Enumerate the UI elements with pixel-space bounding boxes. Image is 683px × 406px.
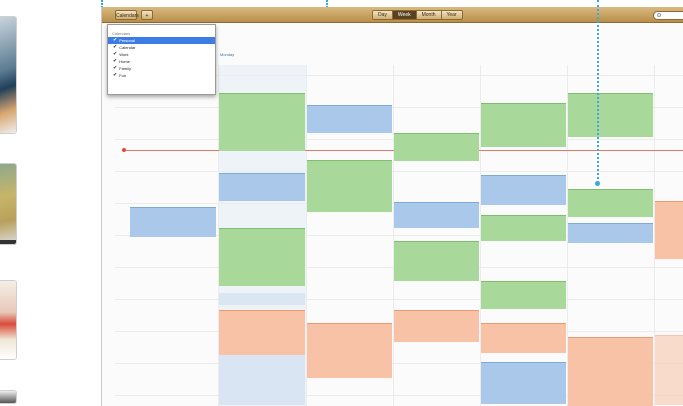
event-block[interactable] <box>394 310 479 342</box>
event-block[interactable] <box>219 293 305 305</box>
event-block[interactable] <box>219 173 305 201</box>
event-block[interactable] <box>130 207 216 237</box>
event-block[interactable] <box>481 362 566 404</box>
view-day-button[interactable]: Day <box>373 11 393 19</box>
event-block[interactable] <box>655 201 683 259</box>
event-block[interactable] <box>481 281 566 309</box>
event-block[interactable] <box>219 93 305 151</box>
hour-line <box>115 299 683 300</box>
event-block[interactable] <box>394 133 479 161</box>
calendar-item-family[interactable]: ✔ Family <box>108 65 215 72</box>
now-indicator-icon <box>122 148 126 152</box>
calendar-item-label: Calendar <box>119 45 136 50</box>
check-icon: ✔ <box>113 58 118 64</box>
day-header-today: Monday <box>220 52 235 57</box>
event-block[interactable] <box>481 103 566 147</box>
event-block[interactable] <box>568 223 653 243</box>
event-block[interactable] <box>307 323 392 378</box>
event-block[interactable] <box>568 189 653 217</box>
event-block[interactable] <box>394 202 479 228</box>
calendar-item-fun[interactable]: ✔ Fun <box>108 72 215 79</box>
check-icon: ✔ <box>113 44 118 50</box>
event-block[interactable] <box>568 337 653 406</box>
calendar-item-home[interactable]: ✔ Home <box>108 58 215 65</box>
thumbnail[interactable] <box>0 280 17 360</box>
event-block[interactable] <box>481 323 566 353</box>
thumbnail[interactable] <box>0 390 17 404</box>
event-block[interactable] <box>481 175 566 205</box>
event-block[interactable] <box>219 355 305 405</box>
screen: Calendars + Day Week Month Year Calendar… <box>0 0 683 406</box>
check-icon: ✔ <box>113 72 118 78</box>
calendar-item-label: Home <box>119 59 130 64</box>
view-month-button[interactable]: Month <box>416 11 442 19</box>
calendar-item-personal[interactable]: ✔ Personal <box>108 37 215 44</box>
search-field[interactable] <box>653 11 683 20</box>
calendar-item-label: Family <box>119 66 131 71</box>
toolbar: Calendars + Day Week Month Year <box>102 7 683 23</box>
view-week-button[interactable]: Week <box>392 11 417 19</box>
calendar-item-label: Personal <box>119 38 135 43</box>
event-block[interactable] <box>307 160 392 212</box>
view-year-button[interactable]: Year <box>441 11 462 19</box>
calendars-button[interactable]: Calendars <box>115 10 139 20</box>
check-icon: ✔ <box>113 65 118 71</box>
add-event-button[interactable]: + <box>141 10 153 20</box>
thumbnail[interactable] <box>0 16 17 134</box>
view-switcher: Day Week Month Year <box>372 10 463 20</box>
event-block[interactable] <box>219 228 305 286</box>
search-icon <box>657 13 661 17</box>
calendars-menu: Calendars ✔ Personal ✔ Calendar ✔ Work ✔ Hom… <box>107 24 216 95</box>
calendar-item-work[interactable]: ✔ Work <box>108 51 215 58</box>
callout-dot <box>595 181 600 186</box>
check-icon: ✔ <box>113 37 118 43</box>
thumbnail[interactable] <box>0 163 17 245</box>
event-block[interactable] <box>219 310 305 360</box>
event-block[interactable] <box>481 215 566 241</box>
calendar-item-calendar[interactable]: ✔ Calendar <box>108 44 215 51</box>
event-block[interactable] <box>655 335 683 405</box>
event-block[interactable] <box>307 105 392 133</box>
callout-line <box>597 0 599 183</box>
calendar-item-label: Work <box>119 52 129 57</box>
calendar-window: Calendars + Day Week Month Year Calendar… <box>101 7 683 406</box>
event-block[interactable] <box>394 241 479 281</box>
event-block[interactable] <box>568 93 653 137</box>
calendar-item-label: Fun <box>119 73 127 78</box>
check-icon: ✔ <box>113 51 118 57</box>
week-grid <box>102 65 683 406</box>
thumbnail-strip <box>0 0 22 406</box>
